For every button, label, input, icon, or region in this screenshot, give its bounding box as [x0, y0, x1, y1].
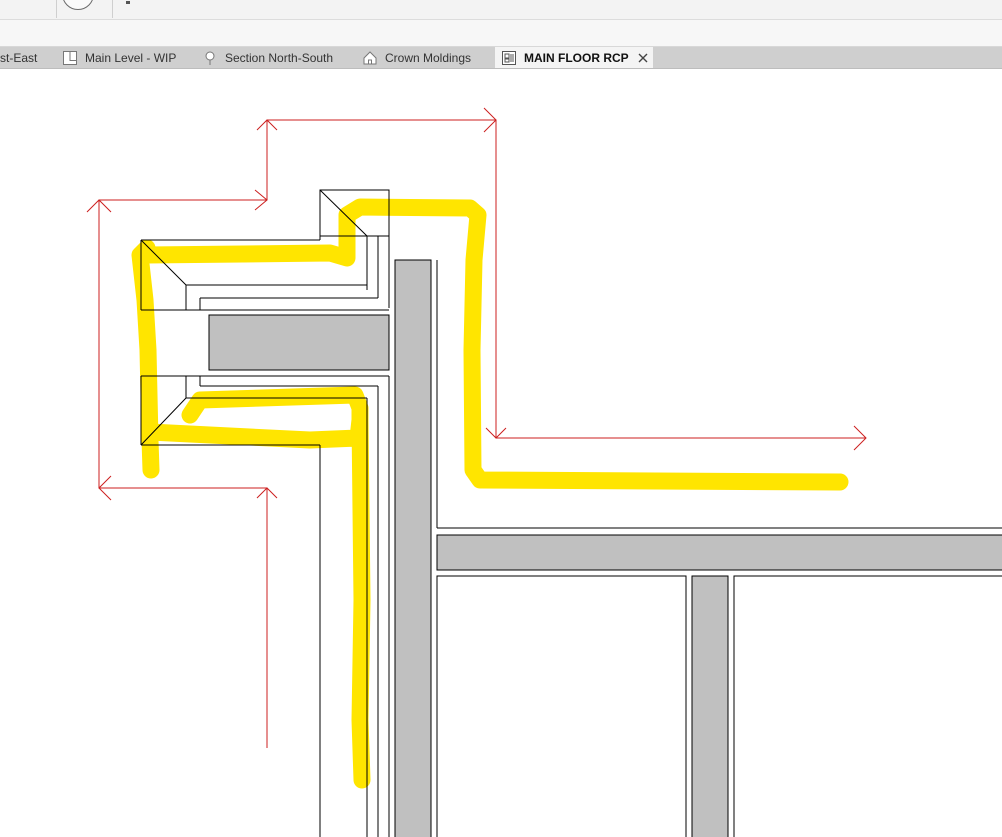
- rcp-detail-drawing: [86, 107, 1002, 837]
- tab-label: Crown Moldings: [385, 50, 472, 65]
- highlight-markup: [131, 198, 849, 789]
- section-view-icon: [205, 51, 215, 65]
- navigation-wheel-icon[interactable]: [62, 0, 94, 10]
- molding-linework: [140, 189, 1002, 837]
- partition-stud-section: [691, 575, 729, 837]
- tab-crown-moldings[interactable]: Crown Moldings: [362, 47, 471, 68]
- tab-label: st-East: [0, 50, 38, 65]
- tab-main-floor-rcp[interactable]: MAIN FLOOR RCP: [495, 47, 653, 68]
- cut-sections: [208, 259, 1002, 837]
- highlight-stroke-lower: [141, 386, 371, 789]
- toolbar-glyph: [126, 1, 130, 4]
- tab-label: Main Level - WIP: [85, 50, 177, 65]
- drawing-canvas[interactable]: [0, 68, 1002, 837]
- tab-st-east[interactable]: st-East: [0, 47, 37, 68]
- tab-label: MAIN FLOOR RCP: [524, 50, 629, 65]
- view-tab-bar: st-East Main Level - WIP Section North-S…: [0, 47, 1002, 69]
- tab-label: Section North-South: [225, 50, 334, 65]
- toolbar-separator: [112, 0, 113, 18]
- ribbon-toolbar: [0, 0, 1002, 20]
- ceiling-joist-section: [208, 314, 390, 371]
- toolbar-separator: [56, 0, 57, 18]
- ceiling-plan-icon: [502, 50, 516, 65]
- home-view-icon: [363, 50, 377, 64]
- wall-stud-section: [394, 259, 432, 837]
- options-bar: [0, 20, 1002, 47]
- sheet-icon: [63, 50, 77, 65]
- tab-main-level-wip[interactable]: Main Level - WIP: [62, 47, 176, 68]
- header-beam-section: [436, 534, 1002, 571]
- tab-section-north-south[interactable]: Section North-South: [202, 47, 333, 68]
- close-tab-icon[interactable]: [637, 52, 649, 64]
